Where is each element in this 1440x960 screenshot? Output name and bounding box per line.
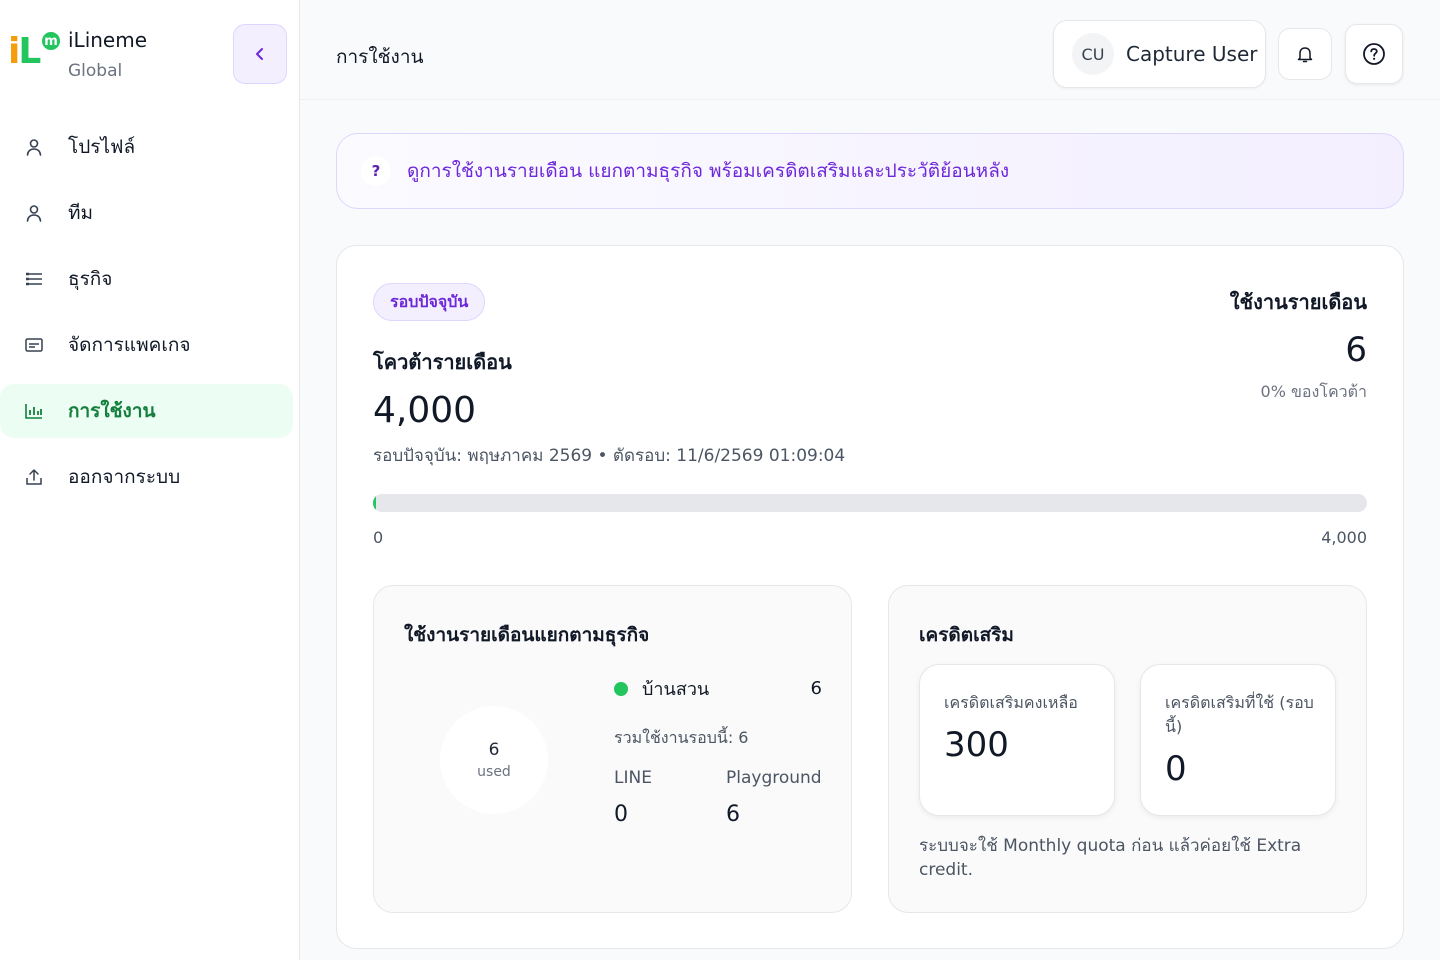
question-icon: ? [361,156,391,186]
quota-cycle-info: รอบปัจจุบัน: พฤษภาคม 2569 • ตัดรอบ: 11/6… [373,446,846,466]
brand-logo: iL m [6,24,62,80]
extra-credit-card: เครดิตเสริม เครดิตเสริมคงเหลือ 300 เครดิ… [888,585,1367,913]
extra-credit-used: เครดิตเสริมที่ใช้ (รอบนี้) 0 [1140,664,1336,816]
credit-used-value: 0 [1165,749,1187,789]
channel-value-playground: 6 [726,802,740,827]
donut-label: used [477,764,511,780]
progress-max-label: 4,000 [1321,528,1367,547]
brand[interactable]: iL m iLineme Global [6,24,147,86]
notifications-button[interactable] [1278,28,1332,80]
logo-mark: iL [8,31,41,72]
sidebar-item-label: จัดการแพคเกจ [68,334,191,356]
sidebar-item-team[interactable]: ทีม [0,186,293,240]
sidebar-item-business[interactable]: ธุรกิจ [0,252,293,306]
sidebar: iL m iLineme Global โปรไฟล์ ทีม ธุรกิจ จ… [0,0,300,960]
help-circle-icon [1363,43,1385,65]
quota-progress-fill [373,494,376,512]
monthly-usage-title: ใช้งานรายเดือน [1229,290,1367,314]
sidebar-item-label: ออกจากระบบ [68,466,181,488]
sidebar-item-usage[interactable]: การใช้งาน [0,384,293,438]
progress-min-label: 0 [373,528,384,547]
channel-label-line: LINE [614,768,652,788]
bell-icon [1297,47,1313,63]
sidebar-nav: โปรไฟล์ ทีม ธุรกิจ จัดการแพคเกจ การใช้งา… [0,120,300,516]
sidebar-item-label: ทีม [68,202,94,224]
sidebar-item-label: ธุรกิจ [68,268,113,290]
usage-by-business-title: ใช้งานรายเดือนแยกตามธุรกิจ [404,624,650,646]
quota-progress-bar [373,494,1367,512]
channel-label-playground: Playground [726,768,822,788]
credit-remaining-value: 300 [944,725,1009,765]
monthly-usage-value: 6 [1345,330,1367,370]
user-icon [24,203,44,223]
donut-value: 6 [488,740,500,760]
usage-donut: 6 used [440,706,548,814]
quota-title: โควต้ารายเดือน [373,350,512,374]
extra-credit-remaining: เครดิตเสริมคงเหลือ 300 [919,664,1115,816]
sidebar-item-label: โปรไฟล์ [68,136,136,158]
brand-name: iLineme [68,28,148,52]
top-bar: การใช้งาน CU Capture User [300,0,1440,100]
business-name: บ้านสวน [642,679,710,700]
credit-used-label: เครดิตเสริมที่ใช้ (รอบนี้) [1165,693,1314,736]
user-name: Capture User [1126,42,1258,66]
avatar: CU [1072,33,1114,75]
credit-note: ระบบจะใช้ Monthly quota ก่อน แล้วค่อยใช้… [919,836,1302,880]
user-icon [24,137,44,157]
help-button[interactable] [1345,24,1403,84]
quota-value: 4,000 [373,390,477,431]
legend-dot [614,681,628,696]
user-menu-button[interactable]: CU Capture User [1053,20,1266,88]
info-banner: ? ดูการใช้งานรายเดือน แยกตามธุรกิจ พร้อม… [336,133,1404,209]
brand-subtitle: Global [68,61,123,81]
sidebar-item-logout[interactable]: ออกจากระบบ [0,450,293,504]
chevron-left-icon [256,48,263,60]
usage-by-business-card: ใช้งานรายเดือนแยกตามธุรกิจ 6 used บ้านสว… [373,585,852,913]
info-banner-text: ดูการใช้งานรายเดือน แยกตามธุรกิจ พร้อมเค… [407,160,1010,182]
business-count: 6 [810,678,822,699]
sidebar-item-label: การใช้งาน [68,400,156,422]
list-icon [24,269,44,289]
list-item: บ้านสวน 6 [614,674,822,703]
bar-chart-icon [24,401,44,421]
credit-remaining-label: เครดิตเสริมคงเหลือ [944,693,1078,712]
package-card-icon [24,335,44,355]
channel-value-line: 0 [614,802,628,827]
sidebar-item-profile[interactable]: โปรไฟล์ [0,120,293,174]
page-title: การใช้งาน [336,46,424,68]
usage-card: รอบปัจจุบัน โควต้ารายเดือน 4,000 รอบปัจจ… [336,245,1404,949]
business-total: รวมใช้งานรอบนี้: 6 [614,728,749,747]
extra-credit-title: เครดิตเสริม [919,624,1014,646]
sidebar-item-packages[interactable]: จัดการแพคเกจ [0,318,293,372]
monthly-usage-percent: 0% ของโควต้า [1260,382,1367,401]
status-badge: รอบปัจจุบัน [373,283,486,321]
logout-icon [24,467,44,487]
collapse-sidebar-button[interactable] [233,24,287,84]
logo-badge: m [40,30,62,52]
